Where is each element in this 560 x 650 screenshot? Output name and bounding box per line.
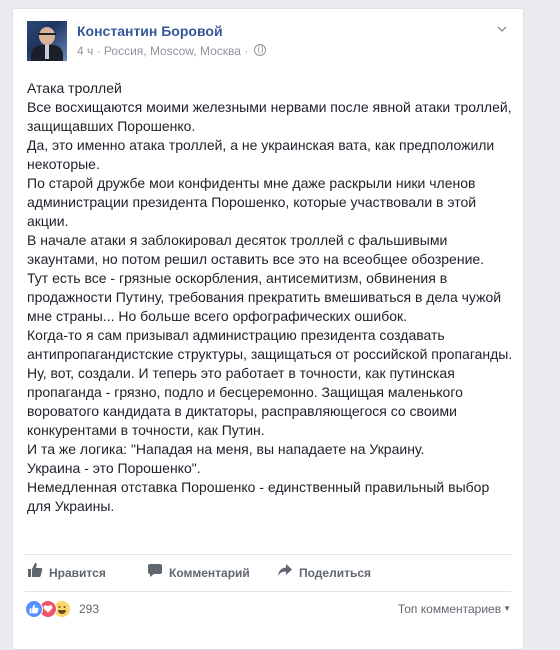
top-comments-label: Топ комментариев (397, 602, 502, 616)
post-header: Константин Боровой 4 ч · Россия, Moscow,… (27, 21, 511, 65)
post-body: Атака троллей Все восхищаются моими желе… (27, 79, 513, 516)
reactions-bar: 293 Топ комментариев ▼ (25, 597, 511, 621)
post-meta: 4 ч · Россия, Moscow, Москва · (77, 44, 266, 58)
avatar[interactable] (27, 21, 67, 61)
author-name[interactable]: Константин Боровой (77, 23, 223, 39)
post-paragraph: Да, это именно атака троллей, а не украи… (27, 137, 495, 172)
post-paragraph: Ну, вот, создали. И теперь это работает … (27, 365, 463, 438)
caret-down-icon: ▼ (503, 604, 511, 613)
comment-icon (147, 556, 163, 592)
post-actions: Нравится Комментарий Поделиться (25, 555, 511, 591)
like-label: Нравится (49, 566, 106, 580)
chevron-down-icon[interactable] (495, 23, 509, 37)
like-button[interactable]: Нравится (27, 555, 106, 591)
post-paragraph: Украина - это Порошенко". (27, 460, 201, 476)
divider (25, 591, 511, 592)
post-paragraph: В начале атаки я заблокировал десяток тр… (27, 232, 485, 267)
post-card: Константин Боровой 4 ч · Россия, Moscow,… (12, 8, 524, 650)
globe-icon (253, 44, 266, 56)
post-paragraph: Все восхищаются моими железными нервами … (27, 99, 512, 134)
post-paragraph: Немедленная отставка Порошенко - единств… (27, 479, 490, 514)
post-time[interactable]: 4 ч (77, 44, 93, 58)
post-paragraph: По старой дружбе мои конфиденты мне даже… (27, 175, 477, 229)
share-icon (277, 556, 293, 592)
comment-button[interactable]: Комментарий (147, 555, 250, 591)
like-reaction-icon[interactable] (25, 600, 43, 618)
thumbs-up-icon (27, 556, 43, 592)
post-paragraph: Тут есть все - грязные оскорбления, анти… (27, 270, 502, 324)
post-paragraph: Когда-то я сам призывал администрацию пр… (27, 327, 513, 362)
post-paragraph: Атака троллей (27, 80, 122, 96)
post-location: · Россия, Moscow, Москва · (93, 44, 252, 58)
post-paragraph: И та же логика: "Нападая на меня, вы нап… (27, 441, 425, 457)
top-comments-dropdown[interactable]: Топ комментариев ▼ (398, 600, 511, 618)
share-label: Поделиться (299, 566, 372, 580)
comment-label: Комментарий (169, 566, 250, 580)
share-button[interactable]: Поделиться (277, 555, 371, 591)
reaction-count[interactable]: 293 (79, 600, 99, 618)
